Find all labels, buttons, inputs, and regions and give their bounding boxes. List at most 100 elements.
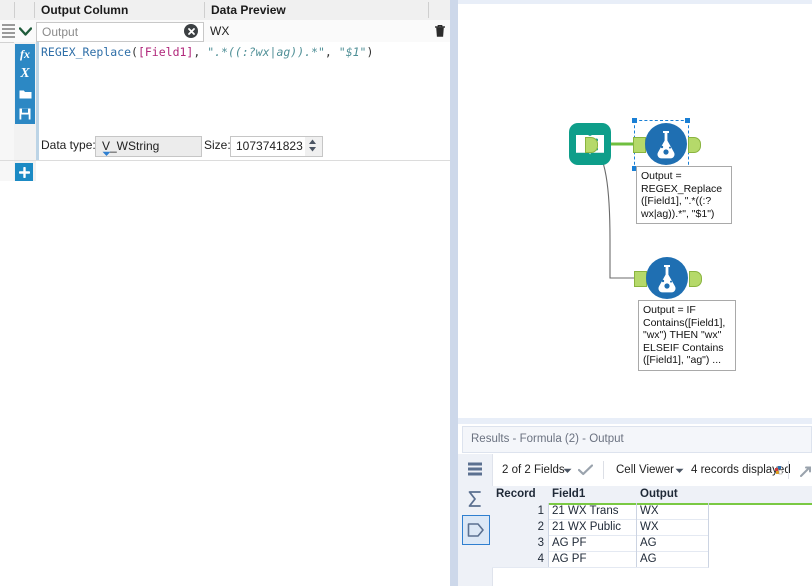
toolbar-divider-1: [603, 461, 604, 479]
formula-token-comma-1: ,: [193, 45, 208, 59]
data-preview-cell: WX: [206, 22, 428, 40]
annotation-line: Output =: [641, 170, 682, 182]
workflow-canvas[interactable]: Output = REGEX_Replace ([Field1], ".*((:…: [458, 0, 812, 418]
cell-output: WX: [640, 505, 659, 517]
data-type-select[interactable]: V_WString: [95, 136, 202, 157]
size-label: Size:: [204, 138, 231, 152]
output-column-input[interactable]: Output: [36, 22, 204, 42]
table-row[interactable]: 3 AG PF AG: [492, 535, 812, 552]
color-palette-icon[interactable]: [775, 456, 785, 488]
results-toolbar: 2 of 2 Fields Cell Viewer 4 records disp…: [458, 454, 812, 487]
column-header-field1[interactable]: Field1: [552, 486, 585, 503]
save-icon[interactable]: [15, 104, 35, 124]
table-row[interactable]: 2 21 WX Public WX: [492, 519, 812, 536]
cell-record: 2: [537, 521, 544, 533]
column-header-data-preview: Data Preview: [211, 3, 286, 17]
formula-token-pattern: ".*((:?wx|ag)).*": [207, 45, 325, 59]
function-icon-glyph: fx: [20, 46, 30, 61]
annotation-line: Contains([Field1],: [643, 316, 726, 329]
header-divider-2: [34, 2, 35, 18]
header-divider-1: [14, 2, 15, 18]
variable-icon-glyph: X: [20, 66, 30, 81]
panel-divider[interactable]: [450, 0, 458, 586]
fields-selector-label[interactable]: 2 of 2 Fields: [502, 454, 565, 486]
data-type-label: Data type:: [41, 138, 96, 152]
chevron-down-icon[interactable]: [675, 455, 684, 487]
cell-output: AG: [640, 537, 657, 549]
formula-token-paren-open: (: [131, 45, 138, 59]
table-row[interactable]: 1 21 WX Trans WX: [492, 503, 812, 520]
formula-token-field: [Field1]: [137, 45, 194, 59]
cell-field1: AG PF: [552, 553, 587, 565]
formula-token-comma-2: ,: [324, 45, 339, 59]
annotation-line: REGEX_Replace: [641, 182, 723, 195]
column-header-output-column: Output Column: [41, 3, 129, 17]
size-input[interactable]: 1073741823: [230, 136, 307, 157]
results-table[interactable]: Record Field1 Output 1 21 WX Trans WX 2 …: [492, 486, 812, 586]
trash-icon[interactable]: [432, 22, 448, 40]
chevron-down-icon[interactable]: [563, 455, 572, 487]
open-icon[interactable]: [15, 84, 35, 104]
results-panel: Results - Formula (2) - Output 2 of 2 Fi…: [458, 418, 812, 586]
sigma-icon[interactable]: [462, 485, 488, 513]
config-separator: [0, 160, 450, 161]
annotation-line: wx|ag)).*", "$1"): [641, 207, 715, 220]
connector-layer: [586, 142, 635, 279]
config-empty-area: [0, 181, 450, 586]
column-header-record[interactable]: Record: [496, 486, 546, 503]
results-top-edge: [458, 418, 812, 424]
annotation-line: "wx") THEN "wx": [643, 329, 722, 342]
output-port-formula-2[interactable]: [689, 271, 702, 287]
node-annotation-formula-1[interactable]: Output = REGEX_Replace ([Field1], ".*((:…: [636, 166, 732, 225]
cell-field1: AG PF: [552, 537, 587, 549]
checkmark-icon[interactable]: [577, 454, 594, 486]
canvas-node-formula-1[interactable]: [644, 122, 688, 166]
clear-circle-icon[interactable]: [184, 24, 198, 38]
header-divider-4: [428, 2, 429, 18]
add-formula-button[interactable]: [15, 163, 33, 181]
table-view-icon[interactable]: [462, 455, 488, 483]
cell-field1: 21 WX Trans: [552, 505, 619, 517]
node-annotation-formula-2[interactable]: Output = IF Contains([Field1], "wx") THE…: [638, 300, 736, 371]
selection-anchor-tl[interactable]: [632, 118, 637, 123]
results-view-switcher: [458, 454, 493, 586]
cell-output: WX: [640, 521, 659, 533]
expand-arrow-icon[interactable]: [800, 456, 812, 488]
output-column-value: Output: [42, 25, 79, 39]
chevron-down-icon: [102, 144, 195, 163]
results-title: Results - Formula (2) - Output: [471, 433, 624, 445]
cell-record: 4: [537, 553, 544, 565]
size-value: 1073741823: [236, 139, 303, 153]
annotation-line: ([Field1], "ag") ...: [643, 354, 722, 367]
function-icon[interactable]: fx: [15, 44, 35, 64]
formula-token-replacement: "$1": [338, 45, 367, 59]
formula-expression: REGEX_Replace([Field1], ".*((:?wx|ag)).*…: [41, 45, 373, 59]
flask-icon: [646, 257, 688, 299]
annotation-line: ELSEIF Contains: [643, 341, 724, 354]
cell-field1: 21 WX Public: [552, 521, 622, 533]
cell-record: 1: [537, 505, 544, 517]
cell-record: 3: [537, 537, 544, 549]
cell-viewer-label[interactable]: Cell Viewer: [616, 454, 674, 486]
formula-token-function: REGEX_Replace: [41, 45, 132, 59]
data-preview-value: WX: [210, 24, 230, 38]
output-port-formula-1[interactable]: [688, 137, 701, 153]
size-stepper[interactable]: [305, 136, 323, 157]
formula-config-panel: Output Column Data Preview Output WX REG…: [0, 0, 450, 586]
flask-icon: [645, 123, 687, 165]
config-column-headers: Output Column Data Preview: [0, 0, 450, 21]
annotation-line: Output = IF: [643, 304, 696, 316]
results-title-bar[interactable]: Results - Formula (2) - Output: [462, 426, 812, 453]
table-row[interactable]: 4 AG PF AG: [492, 551, 812, 568]
drag-handle-icon[interactable]: [2, 23, 15, 38]
chevron-down-icon[interactable]: [17, 22, 33, 40]
output-port-text-input[interactable]: [585, 137, 598, 153]
app-window: Output Column Data Preview Output WX REG…: [0, 0, 812, 586]
header-divider-3: [204, 2, 205, 18]
annotation-line: ([Field1], ".*((:?: [641, 195, 712, 208]
tag-view-icon[interactable]: [462, 515, 490, 545]
cell-output: AG: [640, 553, 657, 565]
variable-icon[interactable]: X: [15, 64, 35, 84]
canvas-node-formula-2[interactable]: [645, 256, 689, 300]
column-header-output[interactable]: Output: [640, 486, 678, 503]
